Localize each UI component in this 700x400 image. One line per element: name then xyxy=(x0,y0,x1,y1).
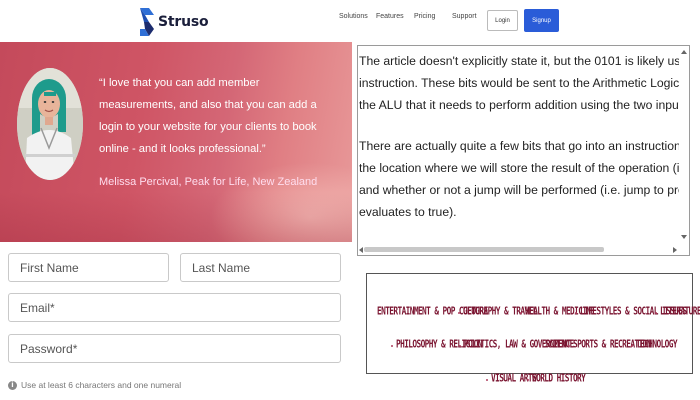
categories-panel: ENTERTAINMENT & POP CULTURE GEOGRAPHY & … xyxy=(366,273,700,384)
horizontal-scrollbar[interactable] xyxy=(358,245,689,255)
category-link[interactable]: SCIENCE xyxy=(545,338,574,350)
signup-button[interactable]: Signup xyxy=(524,9,559,32)
category-separator xyxy=(520,312,522,314)
category-link[interactable]: VISUAL ARTS xyxy=(491,372,537,384)
vertical-scrollbar[interactable] xyxy=(679,46,689,255)
nav-link-features[interactable]: Features xyxy=(376,13,404,20)
last-name-field[interactable]: Last Name xyxy=(180,253,341,282)
category-separator xyxy=(459,345,461,347)
article-line: the location where we will store the res… xyxy=(359,161,689,175)
nav-link-pricing[interactable]: Pricing xyxy=(414,13,435,20)
article-text-panel[interactable]: The article doesn't explicitly state it,… xyxy=(357,45,690,256)
testimonial-quote: “I love that you can add member measurem… xyxy=(99,77,317,155)
scroll-left-arrow-icon[interactable] xyxy=(359,247,363,253)
hero-background-shade xyxy=(0,192,352,242)
article-line: evaluates to true). xyxy=(359,205,457,219)
top-navigation: Struso Solutions Features Pricing Suppor… xyxy=(0,0,700,42)
category-separator xyxy=(575,312,577,314)
scroll-right-arrow-icon[interactable] xyxy=(673,247,677,253)
category-link[interactable]: TECHNOLOGY xyxy=(636,338,678,350)
scroll-down-arrow-icon[interactable] xyxy=(681,235,687,239)
article-paragraph-1: The article doesn't explicitly state it,… xyxy=(359,50,689,116)
category-link[interactable]: LITERATURE xyxy=(660,305,700,317)
brand-name: Struso xyxy=(158,14,209,30)
person-photo-icon xyxy=(17,68,83,180)
category-separator xyxy=(539,345,541,347)
article-line: The article doesn't explicitly state it,… xyxy=(359,54,689,68)
testimonial-banner: “I love that you can add member measurem… xyxy=(0,42,352,242)
article-paragraph-2: There are actually quite a few bits that… xyxy=(359,135,689,223)
testimonial-avatar xyxy=(17,68,83,180)
article-body: The article doesn't explicitly state it,… xyxy=(359,50,689,242)
article-line: and whether or not a jump will be perfor… xyxy=(359,183,689,197)
category-separator xyxy=(486,379,488,381)
email-field[interactable]: Email* xyxy=(8,293,341,322)
login-button[interactable]: Login xyxy=(487,10,518,31)
brand-logo[interactable]: Struso xyxy=(140,8,209,36)
info-icon: i xyxy=(8,380,17,390)
category-separator xyxy=(458,312,460,314)
category-separator xyxy=(391,345,393,347)
category-separator xyxy=(655,312,657,314)
article-line: the ALU that it needs to perform additio… xyxy=(359,98,689,112)
article-line: There are actually quite a few bits that… xyxy=(359,139,689,153)
testimonial-author: Melissa Percival, Peak for Life, New Zea… xyxy=(99,176,318,188)
nav-link-solutions[interactable]: Solutions xyxy=(339,13,368,20)
password-field[interactable]: Password* xyxy=(8,334,341,363)
category-link[interactable]: WORLD HISTORY xyxy=(532,372,586,384)
first-name-field[interactable]: First Name xyxy=(8,253,169,282)
password-hint-text: Use at least 6 characters and one numera… xyxy=(21,380,182,390)
nav-link-support[interactable]: Support xyxy=(452,13,477,20)
article-line: instruction. These bits would be sent to… xyxy=(359,76,689,90)
category-separator xyxy=(527,379,529,381)
struso-logo-icon xyxy=(140,8,154,36)
password-hint: i Use at least 6 characters and one nume… xyxy=(8,380,181,390)
scroll-up-arrow-icon[interactable] xyxy=(681,50,687,54)
horizontal-scroll-thumb[interactable] xyxy=(364,247,604,252)
category-separator xyxy=(631,345,633,347)
category-separator xyxy=(568,345,570,347)
